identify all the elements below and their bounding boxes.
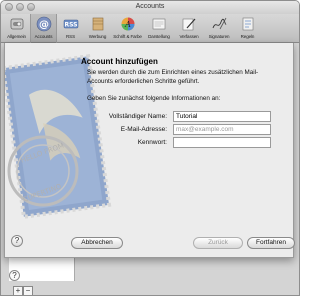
- password-label: Kennwort:: [137, 139, 167, 146]
- fonts-colors-icon: A: [120, 16, 136, 32]
- full-name-label: Vollständiger Name:: [108, 113, 167, 120]
- toolbar-item-schrift-farbe[interactable]: A Schrift & Farbe: [111, 14, 144, 43]
- zoom-window-button[interactable]: [27, 3, 35, 11]
- sheet-description: Sie werden durch die zum Einrichten eine…: [87, 69, 259, 85]
- toolbar-label: Werbung: [88, 34, 107, 39]
- toolbar-item-signaturen[interactable]: Signaturen: [204, 14, 234, 43]
- cancel-button[interactable]: Abbrechen: [71, 237, 123, 249]
- toolbar-label: Schrift & Farbe: [113, 34, 142, 39]
- signature-icon: [211, 16, 227, 32]
- mail-preferences-window: Accounts Allgemein @ Accounts RSS RSS We…: [0, 0, 300, 296]
- toolbar-label: Darstellung: [148, 34, 170, 39]
- add-account-sheet: HELLO FROM CUPERTINO Account hinzufügen …: [4, 43, 295, 258]
- remove-account-button[interactable]: −: [23, 286, 33, 295]
- toolbar-label: Accounts: [34, 34, 53, 39]
- full-name-field[interactable]: [173, 111, 271, 122]
- add-account-button[interactable]: +: [13, 286, 23, 295]
- switch-icon: [9, 16, 25, 32]
- list-buttons: + −: [13, 286, 33, 295]
- svg-text:@: @: [39, 20, 49, 31]
- minimize-window-button[interactable]: [16, 3, 24, 11]
- background-help-button[interactable]: ?: [9, 270, 20, 281]
- continue-button[interactable]: Fortfahren: [247, 237, 295, 249]
- toolbar-item-verfassen[interactable]: Verfassen: [174, 14, 204, 43]
- email-label: E-Mail-Adresse:: [120, 126, 167, 133]
- junk-mail-icon: [90, 16, 106, 32]
- viewing-icon: [151, 16, 167, 32]
- back-button[interactable]: Zurück: [193, 237, 243, 249]
- preferences-toolbar: Allgemein @ Accounts RSS RSS Werbung A S…: [1, 14, 299, 43]
- svg-text:A: A: [124, 20, 131, 29]
- window-controls: [5, 3, 35, 11]
- toolbar-label: Verfassen: [179, 34, 199, 39]
- help-button[interactable]: ?: [11, 235, 23, 247]
- toolbar-label: Allgemein: [7, 34, 26, 39]
- toolbar-item-accounts[interactable]: @ Accounts: [30, 14, 57, 43]
- svg-text:RSS: RSS: [64, 22, 77, 29]
- email-field[interactable]: [173, 124, 271, 135]
- title-bar: Accounts: [1, 1, 299, 14]
- composing-icon: [181, 16, 197, 32]
- toolbar-label: Regeln: [240, 34, 255, 39]
- password-field[interactable]: [173, 137, 271, 148]
- window-title: Accounts: [135, 3, 165, 10]
- toolbar-label: RSS: [66, 34, 75, 39]
- toolbar-item-darstellung[interactable]: Darstellung: [144, 14, 174, 43]
- rss-icon: RSS: [63, 16, 79, 32]
- toolbar-item-allgemein[interactable]: Allgemein: [3, 14, 30, 43]
- toolbar-item-regeln[interactable]: Regeln: [234, 14, 261, 43]
- sheet-instructions: Geben Sie zunächst folgende Informatione…: [87, 95, 221, 102]
- rules-icon: [240, 16, 256, 32]
- toolbar-item-rss[interactable]: RSS RSS: [57, 14, 84, 43]
- toolbar-item-werbung[interactable]: Werbung: [84, 14, 111, 43]
- toolbar-label: Signaturen: [208, 34, 230, 39]
- sheet-title: Account hinzufügen: [81, 57, 158, 66]
- close-window-button[interactable]: [5, 3, 13, 11]
- at-icon: @: [36, 16, 52, 32]
